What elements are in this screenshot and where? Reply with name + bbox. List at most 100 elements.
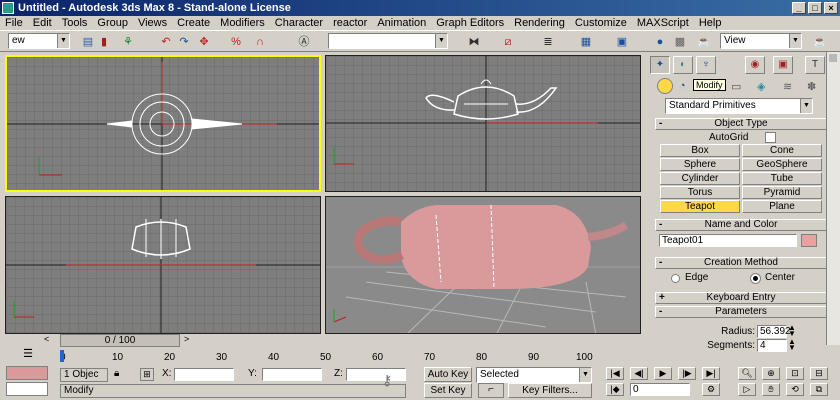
select-and-move-icon[interactable]: ✥ xyxy=(196,34,212,50)
menu-modifiers[interactable]: Modifiers xyxy=(215,17,270,29)
cameras-category-icon[interactable]: ▭ xyxy=(731,80,741,93)
time-configuration-icon[interactable]: ⚙ xyxy=(702,383,720,396)
object-type-rollout[interactable]: - Object Type xyxy=(655,118,827,130)
maximize-viewport-icon[interactable]: ⧉ xyxy=(810,383,828,396)
shapes-category-icon[interactable]: ◔ xyxy=(679,80,686,92)
geometry-category-icon[interactable] xyxy=(657,78,673,94)
radius-field[interactable]: 56.392 xyxy=(757,325,791,338)
hierarchy-tab-icon[interactable]: ♆ xyxy=(696,56,716,74)
menu-graph-editors[interactable]: Graph Editors xyxy=(431,17,509,29)
systems-category-icon[interactable]: ✽ xyxy=(807,80,816,93)
autogrid-checkbox[interactable] xyxy=(765,132,776,143)
z-coordinate-field[interactable] xyxy=(346,368,406,381)
scrollbar-thumb[interactable] xyxy=(829,54,837,62)
menu-file[interactable]: File xyxy=(0,17,28,29)
go-to-end-icon[interactable]: ▶| xyxy=(702,367,720,380)
segments-field[interactable]: 4 xyxy=(757,339,787,352)
menu-character[interactable]: Character xyxy=(270,17,328,29)
modify-tab-icon[interactable]: ◐ xyxy=(673,56,693,74)
torus-button[interactable]: Torus xyxy=(660,186,740,199)
menu-views[interactable]: Views xyxy=(133,17,172,29)
cylinder-button[interactable]: Cylinder xyxy=(660,172,740,185)
lock-selection-icon[interactable]: 🔒︎ xyxy=(114,368,119,379)
key-mode-toggle-icon[interactable]: |◆ xyxy=(606,383,624,396)
material-editor-icon[interactable]: ● xyxy=(652,34,668,50)
teapot-button[interactable]: Teapot xyxy=(660,200,740,213)
schematic-view-icon[interactable]: ▣ xyxy=(614,34,630,50)
menu-rendering[interactable]: Rendering xyxy=(509,17,570,29)
menu-edit[interactable]: Edit xyxy=(28,17,57,29)
auto-key-button[interactable]: Auto Key xyxy=(424,367,472,382)
cone-button[interactable]: Cone xyxy=(742,144,822,157)
maxscript-input-mini[interactable] xyxy=(6,382,48,396)
go-to-start-icon[interactable]: |◀ xyxy=(606,367,624,380)
command-panel-scrollbar[interactable] xyxy=(826,52,840,345)
radius-spinner[interactable]: ▲ ▼ xyxy=(788,324,796,338)
edge-radio[interactable] xyxy=(671,274,680,283)
minimize-button[interactable]: _ xyxy=(792,2,806,14)
named-selection-dropdown[interactable]: ▼ xyxy=(328,33,448,49)
zoom-extents-icon[interactable]: ⊡ xyxy=(786,367,804,380)
geosphere-button[interactable]: GeoSphere xyxy=(742,158,822,171)
sphere-button[interactable]: Sphere xyxy=(660,158,740,171)
key-mode-dropdown[interactable]: Selected ▼ xyxy=(476,367,592,383)
primitive-category-dropdown[interactable]: Standard Primitives ▼ xyxy=(665,98,813,114)
render-scene-icon[interactable]: ▩ xyxy=(672,34,688,50)
tube-button[interactable]: Tube xyxy=(742,172,822,185)
maxscript-listener-mini[interactable] xyxy=(6,366,48,380)
percent-snap-icon[interactable]: % xyxy=(228,34,244,50)
curve-editor-icon[interactable]: ▦ xyxy=(578,34,594,50)
maximize-button[interactable]: □ xyxy=(808,2,822,14)
menu-create[interactable]: Create xyxy=(172,17,215,29)
absolute-mode-icon[interactable]: ⊞ xyxy=(140,368,154,381)
keyboard-entry-rollout[interactable]: + Keyboard Entry xyxy=(655,292,827,304)
create-tab-icon[interactable]: ✦ xyxy=(650,56,670,74)
key-filters-button[interactable]: Key Filters... xyxy=(508,383,592,398)
close-button[interactable]: × xyxy=(824,2,838,14)
align-icon[interactable]: ⧄ xyxy=(500,34,516,50)
viewport-perspective[interactable] xyxy=(325,196,641,334)
segments-spinner[interactable]: ▲ ▼ xyxy=(788,338,796,352)
utilities-tab-icon[interactable]: T xyxy=(805,56,825,74)
name-color-rollout[interactable]: - Name and Color xyxy=(655,219,827,231)
quick-render-icon[interactable]: ☕ xyxy=(696,34,712,50)
zoom-extents-all-icon[interactable]: ⊟ xyxy=(810,367,828,380)
text-tool-icon[interactable]: Ⓐ xyxy=(296,34,312,50)
time-slider-right-arrow[interactable]: > xyxy=(184,334,189,344)
pyramid-button[interactable]: Pyramid xyxy=(742,186,822,199)
key-icon[interactable]: ⚷ xyxy=(382,372,392,389)
menu-help[interactable]: Help xyxy=(694,17,727,29)
viewport-front[interactable] xyxy=(325,55,641,192)
undo-icon[interactable]: ↶ xyxy=(158,34,174,50)
mirror-icon[interactable]: ⧓ xyxy=(466,34,482,50)
object-name-field[interactable]: Teapot01 xyxy=(659,234,797,247)
play-icon[interactable]: ▶ xyxy=(654,367,672,380)
pan-icon[interactable]: ✋︎ xyxy=(762,383,780,396)
viewport-left[interactable] xyxy=(5,196,321,334)
viewport-top[interactable] xyxy=(5,55,321,192)
default-in-out-tangent[interactable]: ⌐ xyxy=(478,383,504,398)
creation-method-rollout[interactable]: - Creation Method xyxy=(655,257,827,269)
center-radio[interactable] xyxy=(750,273,761,284)
selection-filter-dropdown[interactable]: ew ▼ xyxy=(8,33,70,49)
set-key-button[interactable]: Set Key xyxy=(424,383,472,398)
menu-reactor[interactable]: reactor xyxy=(328,17,372,29)
layer-manager-icon[interactable]: ≣ xyxy=(540,34,556,50)
render-view-dropdown[interactable]: View ▼ xyxy=(720,33,802,49)
box-button[interactable]: Box xyxy=(660,144,740,157)
select-and-link-icon[interactable]: ⚘ xyxy=(120,34,136,50)
menu-animation[interactable]: Animation xyxy=(372,17,431,29)
spinner-snap-icon[interactable]: ∩ xyxy=(252,34,268,50)
menu-customize[interactable]: Customize xyxy=(570,17,632,29)
plane-button[interactable]: Plane xyxy=(742,200,822,213)
zoom-all-icon[interactable]: ⊕ xyxy=(762,367,780,380)
time-marker[interactable] xyxy=(60,350,64,362)
field-of-view-icon[interactable]: ▷ xyxy=(738,383,756,396)
zoom-icon[interactable]: 🔍︎ xyxy=(738,367,756,380)
parameters-rollout[interactable]: - Parameters xyxy=(655,306,827,318)
menu-maxscript[interactable]: MAXScript xyxy=(632,17,694,29)
y-coordinate-field[interactable] xyxy=(262,368,322,381)
select-by-name-icon[interactable]: ▤ xyxy=(80,34,96,50)
x-coordinate-field[interactable] xyxy=(174,368,234,381)
app-icon[interactable] xyxy=(2,2,14,14)
